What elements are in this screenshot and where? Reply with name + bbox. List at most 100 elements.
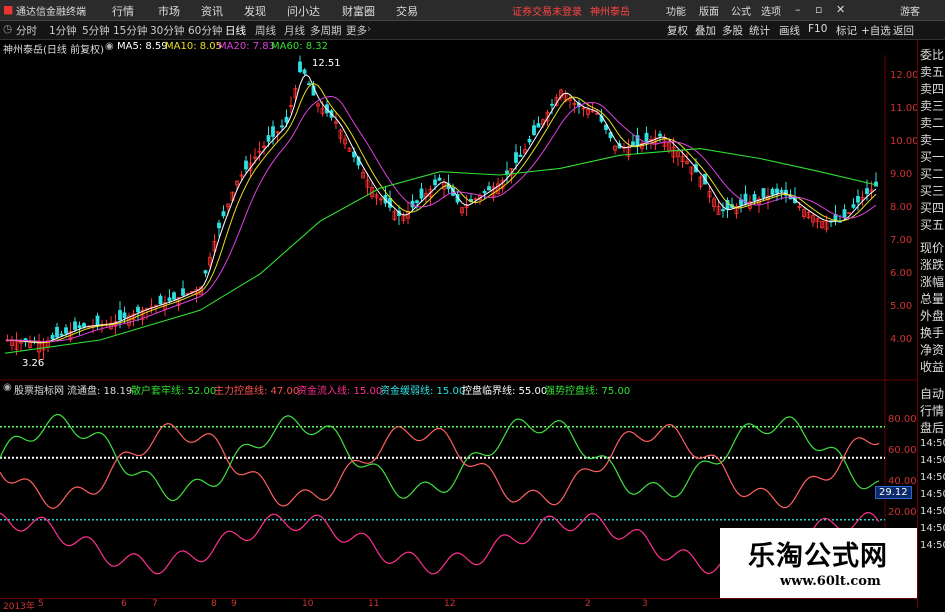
candle-body xyxy=(181,288,185,296)
candle-body xyxy=(644,132,649,142)
line-label: 资金缓弱线: 15.00 xyxy=(380,386,466,397)
price-axis-label: 9.00 xyxy=(890,169,913,180)
candle-body xyxy=(95,315,100,326)
quote-label: 买一 xyxy=(920,150,945,164)
float-cap-label: 流通盘: 18.19 xyxy=(67,386,133,397)
ma10-line xyxy=(6,83,877,343)
tick-time: 14:50 xyxy=(920,540,945,551)
line-label: 主力控盘线: 47.00 xyxy=(214,386,300,397)
date-label: 7 xyxy=(152,599,158,609)
tick-time: 14:50 xyxy=(920,506,945,517)
candle-body xyxy=(280,125,284,128)
candle-body xyxy=(266,135,271,142)
candle-body xyxy=(203,270,208,274)
candle-body xyxy=(122,312,127,319)
date-label: 3 xyxy=(642,599,648,609)
quote-tab[interactable]: 行情 xyxy=(920,402,945,419)
quote-label: 净资 xyxy=(920,343,945,357)
candle-body xyxy=(851,204,856,208)
quote-label: 总量 xyxy=(920,292,945,306)
indicator-name: 股票指标网 xyxy=(14,386,64,397)
candle-body xyxy=(752,194,757,201)
date-label: 12 xyxy=(444,599,456,609)
quote-label: 卖三 xyxy=(920,99,945,113)
candle-body xyxy=(221,211,226,217)
ind-axis-label: 20.00 xyxy=(888,507,917,518)
candle-body xyxy=(487,186,491,191)
date-label: 6 xyxy=(121,599,127,609)
candle-body xyxy=(433,179,437,186)
candle-body xyxy=(518,154,523,157)
quote-label: 涨跌 xyxy=(920,258,945,272)
after-hours-tab[interactable]: 盘后 xyxy=(920,419,945,436)
tick-time: 14:50 xyxy=(920,455,945,466)
price-axis-label: 10.00 xyxy=(890,136,919,147)
date-label: 10 xyxy=(302,599,314,609)
candle-body xyxy=(419,188,424,199)
watermark-logo: 乐淘公式网 www.60lt.com xyxy=(720,528,917,598)
watermark-url: www.60lt.com xyxy=(780,574,881,589)
ma5-line xyxy=(5,74,877,344)
candle-body xyxy=(82,323,86,327)
retail-line xyxy=(0,413,880,502)
date-label: 9 xyxy=(231,599,237,609)
date-axis: 2013年 5 6 7 8 9 10 11 12 2 3 xyxy=(0,598,917,612)
price-axis-label: 12.00 xyxy=(890,70,919,81)
candle-body xyxy=(761,188,766,198)
quote-label: 卖五 xyxy=(920,65,945,79)
candle-body xyxy=(532,125,536,135)
candle-body xyxy=(284,116,289,123)
settings-icon[interactable]: ◉ xyxy=(3,382,12,393)
candle-body xyxy=(527,139,532,143)
quote-label: 现价 xyxy=(920,241,945,255)
candle-body xyxy=(73,321,77,330)
auto-tab[interactable]: 自动 xyxy=(920,385,945,402)
line-label: 控盘临界线: 55.00 xyxy=(462,386,548,397)
price-chart[interactable] xyxy=(0,0,917,598)
line-label: 强势控盘线: 75.00 xyxy=(545,386,631,397)
quote-label: 卖二 xyxy=(920,116,945,130)
quote-label: 卖一 xyxy=(920,133,945,147)
price-high-label: 12.51 xyxy=(312,58,341,69)
ma20-line xyxy=(6,95,877,342)
candle-body xyxy=(550,103,554,106)
indicator-header: ◉ 股票指标网 流通盘: 18.19 散户套牢线: 52.00 主力控盘线: 4… xyxy=(0,381,910,397)
candle-body xyxy=(271,126,275,137)
quote-label: 涨幅 xyxy=(920,275,945,289)
candle-body xyxy=(779,189,784,192)
quote-label: 卖四 xyxy=(920,82,945,96)
candle-body xyxy=(536,123,541,128)
quote-label: 外盘 xyxy=(920,309,945,323)
candle-body xyxy=(437,177,442,181)
candle-body xyxy=(482,191,487,194)
candle-body xyxy=(415,200,419,203)
candle-body xyxy=(55,326,59,338)
candle-body xyxy=(158,295,163,305)
date-label: 2013年 xyxy=(3,602,35,612)
main-control-line xyxy=(0,422,880,509)
quote-label: 委比 xyxy=(920,48,945,62)
price-axis-label: 11.00 xyxy=(890,103,919,114)
date-label: 8 xyxy=(211,599,217,609)
candle-body xyxy=(865,188,869,194)
candle-body xyxy=(244,160,248,170)
candle-body xyxy=(217,222,221,229)
candle-body xyxy=(64,327,68,334)
line-label: 散户套牢线: 52.00 xyxy=(131,386,217,397)
ind-axis-label: 80.00 xyxy=(888,414,917,425)
quote-label: 买五 xyxy=(920,218,945,232)
candle-body xyxy=(721,209,725,212)
candle-body xyxy=(770,188,775,195)
quote-label: 买四 xyxy=(920,201,945,215)
candle-body xyxy=(298,61,302,73)
candle-body xyxy=(658,133,662,137)
candle-body xyxy=(856,196,860,203)
price-axis-label: 6.00 xyxy=(890,268,913,279)
tick-time: 14:50 xyxy=(920,438,945,449)
date-label: 11 xyxy=(368,599,380,609)
candle-body xyxy=(77,325,82,329)
tick-time: 14:50 xyxy=(920,472,945,483)
candle-body xyxy=(631,141,635,147)
candle-body xyxy=(775,188,779,194)
candle-body xyxy=(842,209,847,219)
